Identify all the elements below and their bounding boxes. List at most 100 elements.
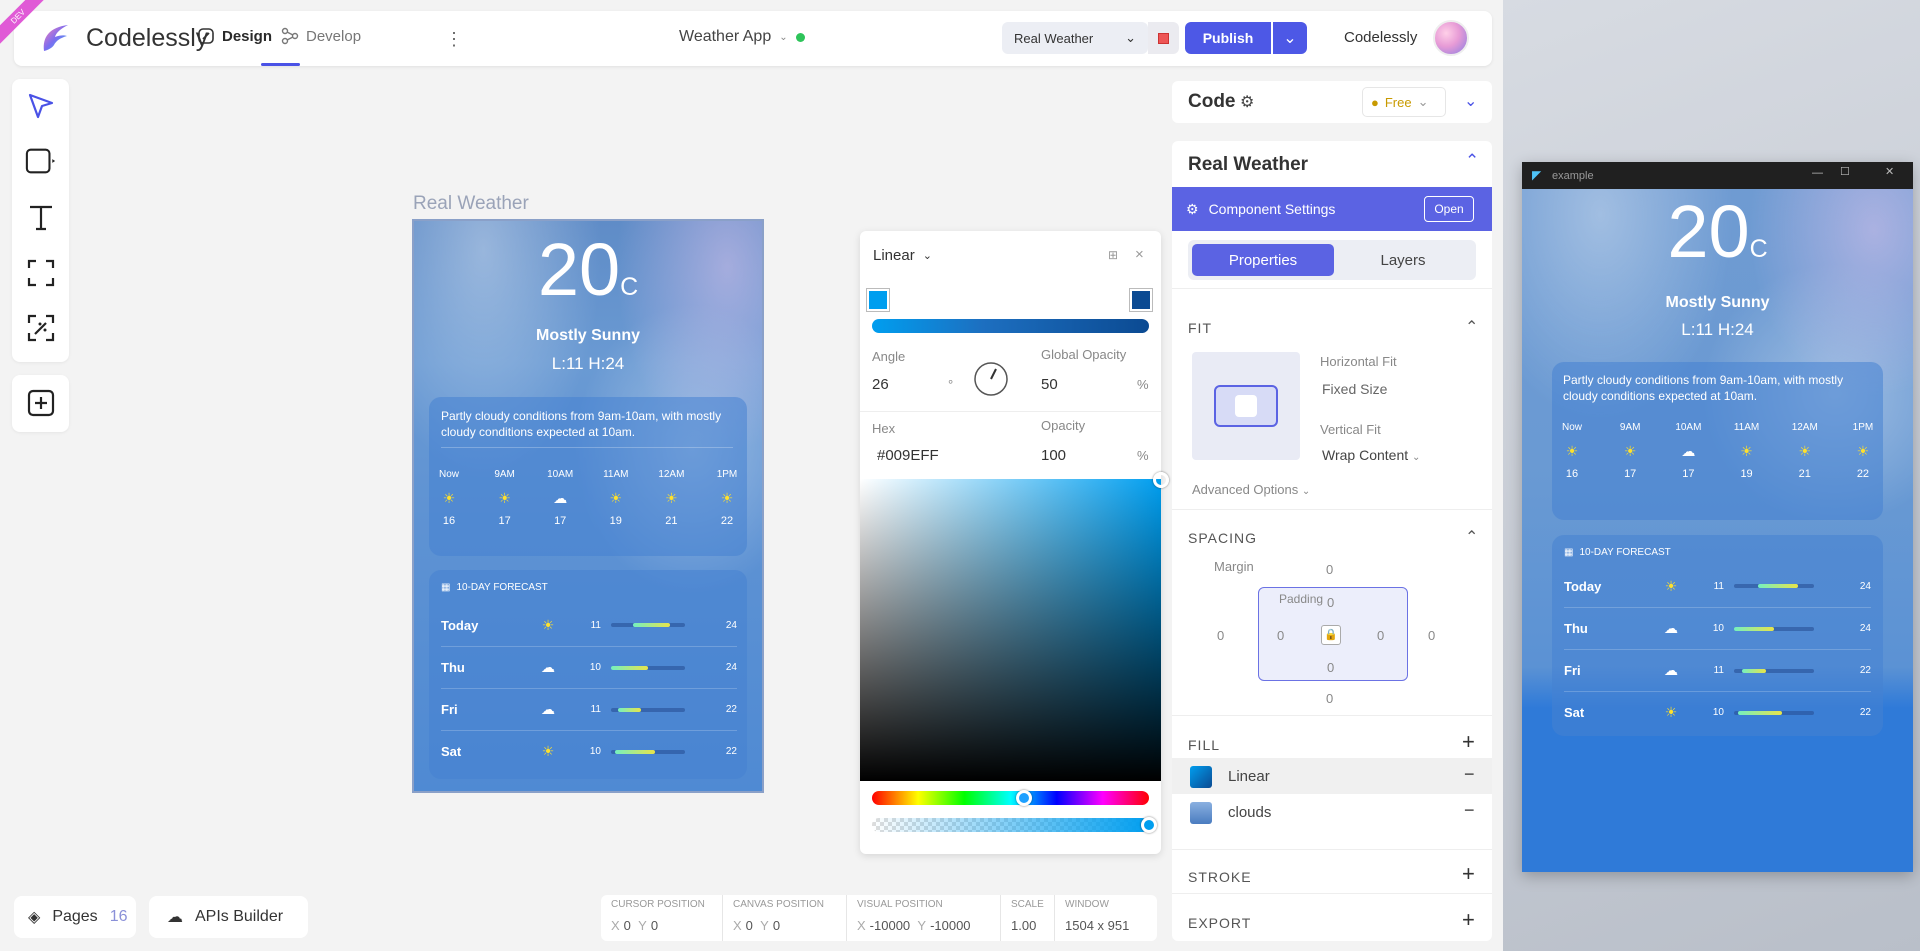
hour-icon: ☀ (1733, 443, 1761, 460)
remove-fill-button[interactable]: − (1464, 764, 1475, 785)
expand-icon[interactable]: ⌄ (1464, 91, 1477, 111)
canvas-position: CANVAS POSITION X 0 Y0 (723, 895, 847, 941)
tab-properties[interactable]: Properties (1192, 244, 1334, 276)
angle-dial-icon[interactable] (973, 361, 1009, 397)
hex-input[interactable]: #009EFF (877, 447, 939, 464)
pages-button[interactable]: ◈ Pages 16 (14, 896, 136, 938)
select-tool[interactable] (25, 90, 57, 122)
margin-top[interactable]: 0 (1326, 562, 1333, 577)
frame-title[interactable]: Real Weather (413, 193, 529, 215)
add-fill-button[interactable]: + (1462, 729, 1475, 755)
add-component-button[interactable] (25, 387, 57, 419)
gear-icon[interactable]: ⚙ (1240, 92, 1254, 112)
open-button[interactable]: Open (1424, 196, 1474, 222)
saturation-knob[interactable] (1153, 472, 1169, 488)
margin-left[interactable]: 0 (1217, 628, 1224, 643)
global-opacity-input[interactable]: 50 (1041, 376, 1058, 393)
hour-temp: 19 (609, 515, 622, 527)
apis-builder-button[interactable]: ☁ APIs Builder (149, 896, 308, 938)
hour-temp: 17 (1624, 468, 1637, 480)
day-high: 24 (725, 662, 737, 673)
frame-tool[interactable] (25, 257, 57, 289)
pages-count: 16 (109, 908, 128, 925)
opacity-input[interactable]: 100 (1041, 447, 1066, 464)
hour-time: 1PM (1852, 422, 1874, 433)
day-low: 10 (1712, 707, 1724, 718)
padding-top[interactable]: 0 (1327, 595, 1334, 610)
close-icon[interactable]: × (1135, 246, 1144, 263)
sun-icon: ☀ (1798, 443, 1812, 459)
temperature-range-bar (611, 707, 685, 712)
fit-diagram[interactable] (1192, 352, 1300, 460)
publish-options-button[interactable]: ⌄ (1273, 22, 1307, 54)
day-name: Thu (441, 660, 465, 675)
tab-develop[interactable]: Develop (281, 27, 361, 45)
brand-name: Codelessly (86, 23, 209, 52)
export-title: EXPORT (1188, 915, 1252, 931)
chevron-up-icon[interactable]: ⌃ (1465, 317, 1478, 337)
grid-icon[interactable]: ⊞ (1108, 248, 1118, 262)
shape-tool[interactable] (25, 145, 57, 177)
plan-badge[interactable]: ● Free ⌄ (1362, 87, 1446, 117)
forecast-row: Today ☀ 11 24 (1564, 565, 1871, 607)
hue-slider[interactable] (872, 791, 1149, 805)
gradient-type-select[interactable]: Linear ⌄ (873, 247, 932, 264)
lock-icon[interactable]: 🔒 (1321, 625, 1341, 645)
project-selector[interactable]: Weather App ⌄ (679, 28, 805, 46)
saturation-value-area[interactable] (860, 479, 1161, 781)
day-icon: ☀ (1654, 704, 1688, 721)
fill-name: clouds (1228, 804, 1272, 821)
alpha-slider[interactable] (872, 818, 1149, 832)
component-select[interactable]: Real Weather ⌄ (1002, 22, 1148, 54)
remove-fill-button[interactable]: − (1464, 800, 1475, 821)
brand[interactable]: Codelessly (38, 21, 208, 55)
cursor-arrow-icon (28, 93, 54, 119)
magic-tool[interactable] (25, 312, 57, 344)
tab-design[interactable]: Design (197, 27, 272, 45)
color-picker: Linear ⌄ ⊞ × Angle 26 ° Global Opacity 50… (860, 231, 1169, 854)
padding-right[interactable]: 0 (1377, 628, 1384, 643)
add-export-button[interactable]: + (1462, 907, 1475, 933)
chevron-up-icon[interactable]: ⌃ (1465, 527, 1478, 547)
hi-lo: L:11 H:24 (551, 354, 625, 373)
close-icon[interactable]: ✕ (1885, 165, 1894, 178)
maximize-icon[interactable]: ☐ (1840, 165, 1850, 178)
margin-right[interactable]: 0 (1428, 628, 1435, 643)
scale-label: SCALE (1011, 899, 1044, 910)
fill-item-linear[interactable]: Linear − (1172, 758, 1492, 794)
forecast-row: Thu ☁ 10 24 (441, 646, 737, 688)
forecast-title: 10-DAY FORECAST (1579, 547, 1671, 558)
weather-frame[interactable]: 20C Mostly Sunny L:11 H:24 Partly cloudy… (412, 219, 764, 793)
avatar[interactable] (1433, 20, 1469, 56)
add-stroke-button[interactable]: + (1462, 861, 1475, 887)
fill-item-clouds[interactable]: clouds − (1172, 794, 1492, 830)
tab-layers[interactable]: Layers (1334, 244, 1472, 276)
visual-x: -10000 (869, 918, 911, 933)
publish-button[interactable]: Publish (1185, 22, 1271, 54)
margin-bottom[interactable]: 0 (1326, 691, 1333, 706)
padding-bottom[interactable]: 0 (1327, 660, 1334, 675)
forecast-row: Sat ☀ 10 22 (441, 730, 737, 772)
gradient-stop-end[interactable] (1130, 289, 1152, 311)
chevron-up-icon[interactable]: ⌃ (1465, 151, 1479, 171)
day-icon: ☀ (1654, 578, 1688, 595)
vfit-select[interactable]: Wrap Content ⌄ (1322, 447, 1420, 463)
padding-left[interactable]: 0 (1277, 628, 1284, 643)
window-titlebar[interactable]: ◤ example — ☐ ✕ (1522, 162, 1913, 189)
stop-preview-button[interactable] (1148, 22, 1179, 54)
pages-label: Pages (52, 908, 98, 925)
canvas-y: 0 (772, 918, 781, 933)
layers-icon: ◈ (28, 909, 41, 926)
gradient-stop-start[interactable] (867, 289, 889, 311)
angle-input[interactable]: 26 (872, 376, 889, 393)
hfit-value[interactable]: Fixed Size (1322, 381, 1387, 397)
more-menu-icon[interactable]: ⋮ (445, 29, 463, 50)
advanced-options[interactable]: Advanced Options ⌄ (1192, 482, 1310, 497)
minimize-icon[interactable]: — (1812, 167, 1823, 179)
component-settings-label: Component Settings (1208, 201, 1336, 217)
fit-title: FIT (1188, 320, 1212, 336)
alpha-knob[interactable] (1141, 817, 1157, 833)
hour-time: 11AM (603, 469, 629, 480)
text-tool[interactable] (25, 201, 57, 233)
gradient-bar[interactable] (872, 319, 1149, 333)
